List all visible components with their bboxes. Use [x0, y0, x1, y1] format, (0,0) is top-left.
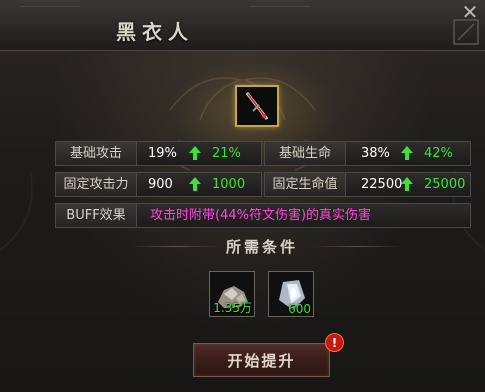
- title-bar: 黑衣人: [0, 0, 485, 51]
- material-count: 600: [288, 302, 311, 316]
- alert-icon: !: [325, 333, 344, 352]
- up-arrow-icon: [189, 177, 201, 191]
- window-title: 黑衣人: [116, 20, 194, 44]
- material-slot-crystal[interactable]: 600: [268, 271, 314, 317]
- corner-ornament-icon: [453, 19, 479, 45]
- stat-current: 22500: [361, 177, 403, 192]
- stat-label: 基础攻击: [56, 142, 137, 165]
- stat-current: 900: [148, 177, 173, 192]
- stat-fixed-health: 固定生命值 22500 25000: [264, 172, 471, 197]
- stat-label: 固定攻击力: [56, 173, 137, 196]
- stat-current: 38%: [361, 146, 390, 161]
- title-ornament-right: [250, 6, 310, 47]
- material-slot-silver[interactable]: 1.35万: [209, 271, 255, 317]
- stat-fixed-attack: 固定攻击力 900 1000: [55, 172, 262, 197]
- divider-right: [312, 246, 402, 247]
- up-arrow-icon: [401, 177, 413, 191]
- material-count: 1.35万: [213, 301, 252, 315]
- buff-description: 攻击时附带(44%符文伤害)的真实伤害: [150, 208, 372, 223]
- upgrade-panel: 黑衣人 ✕ 基础攻击 19% 21% 基础生命 38% 42% 固定攻击力 90…: [0, 0, 485, 392]
- up-arrow-icon: [401, 146, 413, 160]
- stat-label: 基础生命: [265, 142, 346, 165]
- divider-left: [130, 246, 220, 247]
- buff-label: BUFF效果: [56, 204, 137, 227]
- weapon-slot[interactable]: [235, 85, 279, 127]
- stat-label: 固定生命值: [265, 173, 346, 196]
- stat-next: 21%: [212, 146, 241, 161]
- stat-next: 1000: [212, 177, 246, 192]
- start-upgrade-button[interactable]: 开始提升: [193, 343, 330, 377]
- stat-next: 42%: [424, 146, 453, 161]
- up-arrow-icon: [189, 146, 201, 160]
- stat-current: 19%: [148, 146, 177, 161]
- stat-base-attack: 基础攻击 19% 21%: [55, 141, 262, 166]
- requirements-title: 所需条件: [226, 238, 299, 256]
- sword-icon: [245, 92, 269, 120]
- buff-row: BUFF效果 攻击时附带(44%符文伤害)的真实伤害: [55, 203, 471, 228]
- stat-base-health: 基础生命 38% 42%: [264, 141, 471, 166]
- stat-next: 25000: [424, 177, 466, 192]
- title-ornament-left: [20, 6, 80, 47]
